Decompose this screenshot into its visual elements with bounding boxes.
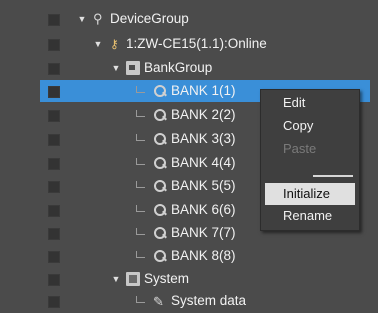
node-checkbox[interactable]: [48, 110, 60, 122]
tree-branch-line: [136, 133, 145, 141]
node-checkbox[interactable]: [48, 134, 60, 146]
wrench-icon: [153, 291, 167, 313]
tree-node-device[interactable]: ▼ 1:ZW-CE15(1.1):Online: [40, 33, 370, 55]
node-checkbox[interactable]: [48, 86, 60, 98]
menu-item-copy[interactable]: Copy: [265, 115, 355, 137]
tree-node-label: BANK 1(1): [171, 83, 236, 98]
node-checkbox[interactable]: [48, 39, 60, 51]
node-checkbox[interactable]: [48, 181, 60, 193]
tree-branch-line: [136, 109, 145, 117]
bank-icon: [153, 226, 167, 240]
expand-arrow-icon[interactable]: ▼: [110, 57, 122, 79]
tree-node-bank-group[interactable]: ▼ BankGroup: [40, 57, 370, 79]
bank-icon: [153, 108, 167, 122]
tree-node-label: BankGroup: [144, 60, 213, 75]
expand-arrow-icon[interactable]: ▼: [110, 268, 122, 290]
menu-item-paste: Paste: [283, 141, 317, 156]
menu-item-initialize[interactable]: Initialize: [265, 183, 355, 205]
tree-node-label: BANK 5(5): [171, 178, 236, 193]
folder-icon: [126, 61, 140, 75]
tree-branch-line: [136, 295, 145, 303]
node-checkbox[interactable]: [48, 228, 60, 240]
node-checkbox[interactable]: [48, 63, 60, 75]
device-icon: [108, 33, 122, 55]
tree-node-label: 1:ZW-CE15(1.1):Online: [126, 36, 267, 51]
tree-node-label: BANK 6(6): [171, 202, 236, 217]
tree-node-label: BANK 8(8): [171, 248, 236, 263]
expand-arrow-icon[interactable]: ▼: [76, 8, 88, 30]
tree-node-label: BANK 4(4): [171, 155, 236, 170]
node-checkbox[interactable]: [48, 158, 60, 170]
node-checkbox[interactable]: [48, 14, 60, 26]
node-checkbox[interactable]: [48, 205, 60, 217]
tree-branch-line: [136, 204, 145, 212]
tree-node-bank-8[interactable]: BANK 8(8): [40, 245, 370, 267]
tree-node-label: BANK 2(2): [171, 107, 236, 122]
bank-icon: [153, 179, 167, 193]
bank-icon: [153, 249, 167, 263]
tree-node-label: System: [144, 271, 190, 286]
tree-node-system[interactable]: ▼ System: [40, 268, 370, 290]
tree-node-label: BANK 7(7): [171, 225, 236, 240]
tree-branch-line: [136, 250, 145, 258]
tree-node-label: DeviceGroup: [110, 11, 189, 26]
menu-separator: [313, 175, 353, 177]
tree-node-label: BANK 3(3): [171, 131, 236, 146]
bank-icon: [153, 156, 167, 170]
system-folder-icon: [126, 272, 140, 286]
tree-node-label: System data: [171, 293, 247, 308]
node-checkbox[interactable]: [48, 274, 60, 286]
tree-node-system-data[interactable]: System data: [40, 290, 370, 313]
tree-branch-line: [136, 157, 145, 165]
tree-branch-line: [136, 180, 145, 188]
expand-arrow-icon[interactable]: ▼: [92, 33, 104, 55]
node-checkbox[interactable]: [48, 296, 60, 308]
tree-node-device-group[interactable]: ▼ DeviceGroup: [40, 8, 370, 30]
context-menu: Edit Copy Paste Initialize Rename: [260, 89, 360, 231]
tree-branch-line: [136, 85, 145, 93]
tree-branch-line: [136, 227, 145, 235]
menu-item-rename[interactable]: Rename: [265, 205, 355, 227]
node-checkbox[interactable]: [48, 251, 60, 263]
bank-icon: [153, 84, 167, 98]
bank-icon: [153, 203, 167, 217]
bank-icon: [153, 132, 167, 146]
menu-item-edit[interactable]: Edit: [265, 92, 355, 114]
device-group-icon: [92, 8, 106, 30]
